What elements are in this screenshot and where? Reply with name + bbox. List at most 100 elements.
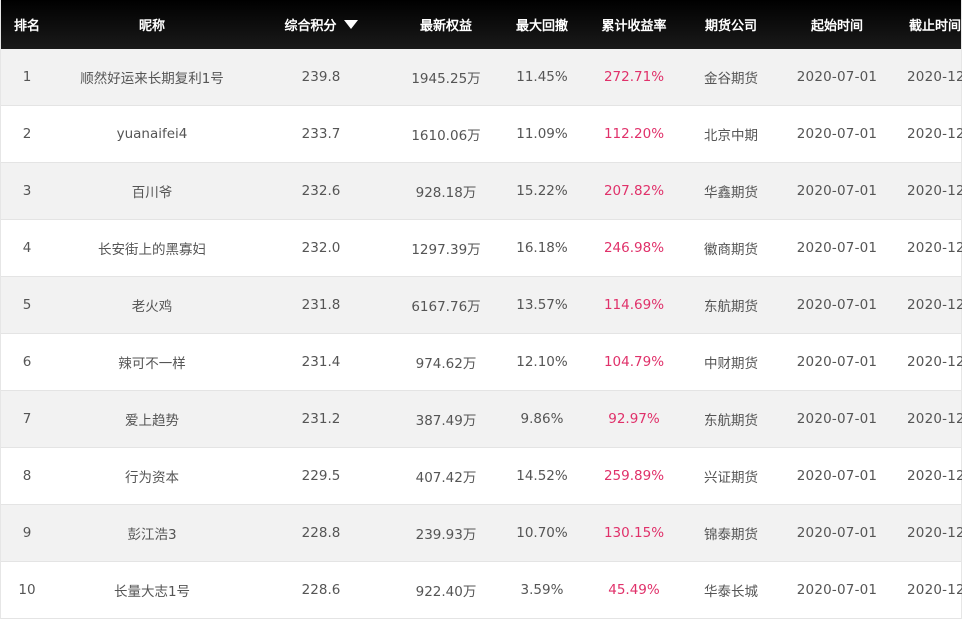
cell-start: 2020-07-01 bbox=[796, 69, 878, 85]
ranking-table: 排名 昵称 综合积分 最新权益 最大回撤 累计收益率 期货公司 起始时间 截止时… bbox=[0, 0, 962, 619]
cell-equity: 6167.76万 bbox=[411, 299, 481, 315]
cell-rank: 3 bbox=[22, 183, 32, 199]
cell-start: 2020-07-01 bbox=[796, 411, 878, 427]
cell-start: 2020-07-01 bbox=[796, 582, 878, 598]
cell-end: 2020-12-07 bbox=[907, 297, 962, 313]
cell-equity: 407.42万 bbox=[415, 470, 477, 486]
cell-company: 中财期货 bbox=[704, 356, 758, 372]
cell-rank: 10 bbox=[18, 582, 36, 598]
cell-score: 239.8 bbox=[301, 69, 341, 85]
cell-equity: 974.62万 bbox=[415, 356, 477, 372]
cell-drawdown: 11.09% bbox=[516, 126, 568, 142]
cell-equity: 1945.25万 bbox=[411, 71, 481, 87]
cell-drawdown: 11.45% bbox=[516, 69, 568, 85]
cell-company: 锦泰期货 bbox=[704, 527, 758, 543]
header-drawdown: 最大回撤 bbox=[515, 19, 568, 34]
cell-drawdown: 9.86% bbox=[520, 411, 564, 427]
cell-score: 232.6 bbox=[301, 183, 341, 199]
cell-rank: 1 bbox=[22, 69, 32, 85]
cell-score: 229.5 bbox=[301, 468, 341, 484]
cell-end: 2020-12-07 bbox=[907, 354, 962, 370]
cell-nickname: 爱上趋势 bbox=[125, 413, 179, 429]
table-row[interactable]: 6 辣可不一样 231.4 974.62万 12.10% 104.79% 中财期货 2020-… bbox=[1, 334, 962, 391]
cell-score: 228.6 bbox=[301, 582, 341, 598]
header-start: 起始时间 bbox=[810, 19, 863, 34]
cell-company: 东航期货 bbox=[704, 413, 758, 429]
cell-drawdown: 14.52% bbox=[516, 468, 568, 484]
cell-company: 北京中期 bbox=[704, 128, 758, 144]
cell-rank: 7 bbox=[22, 411, 32, 427]
table-row[interactable]: 3 百川爷 232.6 928.18万 15.22% 207.82% 华鑫期货 2020-07… bbox=[1, 163, 962, 220]
cell-score: 233.7 bbox=[301, 126, 341, 142]
cell-score: 231.2 bbox=[301, 411, 341, 427]
header-return: 累计收益率 bbox=[601, 19, 667, 34]
table-row[interactable]: 8 行为资本 229.5 407.42万 14.52% 259.89% 兴证期货 2020-0… bbox=[1, 448, 962, 505]
cell-start: 2020-07-01 bbox=[796, 183, 878, 199]
cell-rank: 6 bbox=[22, 354, 32, 370]
cell-drawdown: 15.22% bbox=[516, 183, 568, 199]
cell-nickname: 顺然好运来长期复利1号 bbox=[80, 71, 224, 87]
cell-rank: 8 bbox=[22, 468, 32, 484]
cell-return: 272.71% bbox=[603, 69, 665, 85]
cell-score: 231.8 bbox=[301, 297, 341, 313]
cell-score: 232.0 bbox=[301, 240, 341, 256]
cell-company: 徽商期货 bbox=[704, 242, 758, 258]
header-score-sort[interactable]: 综合积分 bbox=[251, 15, 391, 34]
cell-nickname: yuanaifei4 bbox=[116, 126, 188, 142]
cell-nickname: 老火鸡 bbox=[131, 299, 173, 315]
cell-rank: 9 bbox=[22, 525, 32, 541]
cell-equity: 928.18万 bbox=[415, 185, 477, 201]
cell-score: 231.4 bbox=[301, 354, 341, 370]
header-rank: 排名 bbox=[13, 19, 40, 34]
cell-equity: 239.93万 bbox=[415, 527, 477, 543]
cell-return: 259.89% bbox=[603, 468, 665, 484]
cell-drawdown: 3.59% bbox=[520, 582, 564, 598]
table-row[interactable]: 9 彭江浩3 228.8 239.93万 10.70% 130.15% 锦泰期货 2020-0… bbox=[1, 505, 962, 562]
cell-end: 2020-12-07 bbox=[907, 525, 962, 541]
cell-end: 2020-12-07 bbox=[907, 240, 962, 256]
cell-rank: 2 bbox=[22, 126, 32, 142]
cell-nickname: 行为资本 bbox=[125, 470, 179, 486]
header-end: 截止时间 bbox=[908, 19, 961, 34]
cell-company: 金谷期货 bbox=[704, 71, 758, 87]
cell-company: 兴证期货 bbox=[704, 470, 758, 486]
cell-nickname: 彭江浩3 bbox=[127, 527, 177, 543]
cell-end: 2020-12-07 bbox=[907, 126, 962, 142]
table-row[interactable]: 7 爱上趋势 231.2 387.49万 9.86% 92.97% 东航期货 2020-07-… bbox=[1, 391, 962, 448]
cell-end: 2020-12-07 bbox=[907, 582, 962, 598]
table-row[interactable]: 2 yuanaifei4 233.7 1610.06万 11.09% 112.20% 北京中… bbox=[1, 106, 962, 163]
table-header: 排名 昵称 综合积分 最新权益 最大回撤 累计收益率 期货公司 起始时间 截止时… bbox=[1, 0, 961, 49]
cell-return: 104.79% bbox=[603, 354, 665, 370]
cell-start: 2020-07-01 bbox=[796, 240, 878, 256]
cell-score: 228.8 bbox=[301, 525, 341, 541]
table-row[interactable]: 4 长安街上的黑寡妇 232.0 1297.39万 16.18% 246.98% 徽商期货 2… bbox=[1, 220, 962, 277]
header-nickname: 昵称 bbox=[138, 19, 165, 34]
table-row[interactable]: 5 老火鸡 231.8 6167.76万 13.57% 114.69% 东航期货 2020-0… bbox=[1, 277, 962, 334]
cell-return: 45.49% bbox=[608, 582, 660, 598]
cell-start: 2020-07-01 bbox=[796, 525, 878, 541]
cell-start: 2020-07-01 bbox=[796, 297, 878, 313]
cell-start: 2020-07-01 bbox=[796, 126, 878, 142]
cell-company: 华鑫期货 bbox=[704, 185, 758, 201]
cell-start: 2020-07-01 bbox=[796, 354, 878, 370]
cell-nickname: 长安街上的黑寡妇 bbox=[98, 242, 206, 258]
caret-down-icon[interactable] bbox=[343, 20, 358, 29]
table-row[interactable]: 1 顺然好运来长期复利1号 239.8 1945.25万 11.45% 272.71% 金谷… bbox=[1, 49, 962, 106]
header-equity: 最新权益 bbox=[419, 19, 472, 34]
cell-rank: 5 bbox=[22, 297, 32, 313]
header-score-label: 综合积分 bbox=[284, 19, 337, 34]
cell-equity: 1297.39万 bbox=[411, 242, 481, 258]
cell-return: 130.15% bbox=[603, 525, 665, 541]
cell-drawdown: 13.57% bbox=[516, 297, 568, 313]
cell-company: 华泰长城 bbox=[704, 584, 758, 600]
cell-end: 2020-12-07 bbox=[907, 468, 962, 484]
cell-return: 112.20% bbox=[603, 126, 665, 142]
header-company: 期货公司 bbox=[704, 19, 757, 34]
cell-end: 2020-12-07 bbox=[907, 69, 962, 85]
table-row[interactable]: 10 长量大志1号 228.6 922.40万 3.59% 45.49% 华泰长城 2020-… bbox=[1, 562, 962, 619]
cell-return: 207.82% bbox=[603, 183, 665, 199]
cell-return: 114.69% bbox=[603, 297, 665, 313]
cell-drawdown: 12.10% bbox=[516, 354, 568, 370]
cell-return: 246.98% bbox=[603, 240, 665, 256]
cell-rank: 4 bbox=[22, 240, 32, 256]
